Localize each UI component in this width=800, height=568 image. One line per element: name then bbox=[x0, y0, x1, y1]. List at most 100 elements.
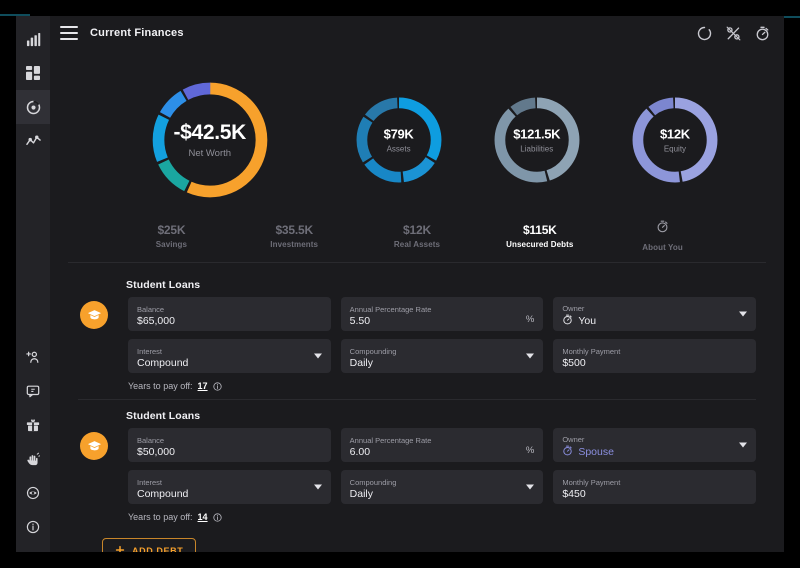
balance-value: $65,000 bbox=[137, 314, 175, 327]
interest-select[interactable]: Interest Compound bbox=[128, 470, 331, 504]
balance-label: Balance bbox=[137, 435, 165, 445]
years-to-payoff-value: 14 bbox=[197, 512, 208, 522]
feedback-message-icon bbox=[26, 384, 40, 398]
stat-savings[interactable]: $25K Savings bbox=[110, 223, 233, 249]
add-debt-button[interactable]: ADD DEBT bbox=[102, 538, 197, 552]
eye-preview-icon bbox=[26, 486, 40, 500]
monthly-payment-label: Monthly Payment bbox=[562, 346, 621, 356]
debt-field-row-1: Balance $50,000 Annual Percentage Rate 6… bbox=[128, 428, 757, 462]
owner-select[interactable]: Owner bbox=[553, 297, 757, 331]
apr-label: Annual Percentage Rate bbox=[349, 304, 432, 314]
apr-field[interactable]: Annual Percentage Rate 6.00 % bbox=[340, 428, 544, 462]
sidebar-item-wave[interactable] bbox=[16, 442, 50, 476]
years-to-payoff: Years to pay off: 17 bbox=[128, 381, 756, 391]
hamburger-icon[interactable] bbox=[60, 26, 78, 40]
graduation-cap-icon bbox=[80, 301, 108, 329]
apr-field[interactable]: Annual Percentage Rate 5.50 % bbox=[340, 297, 544, 331]
add-person-icon bbox=[26, 350, 40, 364]
app-window: Current Finances -$42.5K Net Worth $79K … bbox=[16, 16, 784, 552]
percent-slash-icon[interactable] bbox=[726, 26, 741, 41]
info-circle-icon[interactable] bbox=[212, 381, 222, 391]
monthly-payment-value: $450 bbox=[562, 487, 586, 500]
years-to-payoff: Years to pay off: 14 bbox=[128, 512, 756, 522]
donut-assets-chart bbox=[356, 97, 442, 183]
stat-unsecured-debts-label: Unsecured Debts bbox=[506, 240, 574, 249]
topbar-actions bbox=[697, 26, 770, 41]
apr-suffix: % bbox=[525, 445, 535, 456]
compounding-select[interactable]: Compounding Daily bbox=[340, 339, 544, 373]
apr-value: 5.50 bbox=[349, 314, 371, 327]
years-to-payoff-label: Years to pay off: bbox=[128, 381, 193, 391]
stat-investments[interactable]: $35.5K Investments bbox=[233, 223, 356, 249]
years-to-payoff-label: Years to pay off: bbox=[128, 512, 193, 522]
chevron-down-icon bbox=[739, 442, 748, 448]
topbar: Current Finances bbox=[50, 16, 784, 50]
sidebar-item-preview[interactable] bbox=[16, 476, 50, 510]
chevron-down-icon bbox=[526, 353, 535, 359]
stopwatch-icon[interactable] bbox=[755, 26, 770, 41]
sidebar bbox=[16, 16, 50, 552]
balance-label: Balance bbox=[137, 304, 165, 314]
owner-value-wrap: You bbox=[562, 314, 747, 329]
sidebar-item-info[interactable] bbox=[16, 510, 50, 544]
sidebar-item-finances[interactable] bbox=[16, 90, 50, 124]
balance-field[interactable]: Balance $50,000 bbox=[128, 428, 331, 462]
owner-avatar-icon bbox=[562, 445, 573, 460]
owner-select[interactable]: Owner bbox=[553, 428, 757, 462]
chevron-down-icon bbox=[313, 484, 322, 490]
debt-card-title: Student Loans bbox=[126, 279, 201, 291]
years-to-payoff-value: 17 bbox=[197, 381, 208, 391]
interest-label: Interest bbox=[137, 477, 163, 487]
compounding-label: Compounding bbox=[349, 346, 397, 356]
donut-equity-chart bbox=[632, 97, 718, 183]
donut-liabilities: $121.5K Liabilities bbox=[468, 91, 606, 189]
sidebar-item-feedback[interactable] bbox=[16, 374, 50, 408]
add-debt-label: ADD DEBT bbox=[132, 546, 184, 552]
info-circle-icon[interactable] bbox=[212, 512, 222, 522]
progress-ring-icon[interactable] bbox=[697, 26, 712, 41]
sidebar-item-trends[interactable] bbox=[16, 124, 50, 158]
compounding-value: Daily bbox=[349, 356, 374, 369]
balance-field[interactable]: Balance $65,000 bbox=[128, 297, 331, 331]
info-circle-icon bbox=[26, 520, 40, 534]
balance-value: $50,000 bbox=[137, 445, 175, 458]
apr-value: 6.00 bbox=[349, 445, 371, 458]
interest-select[interactable]: Interest Compound bbox=[128, 339, 331, 373]
chevron-down-icon bbox=[526, 484, 535, 490]
stat-about-you-label: About You bbox=[642, 243, 683, 252]
plus-icon bbox=[115, 545, 125, 552]
stat-real-assets[interactable]: $12K Real Assets bbox=[356, 223, 479, 249]
sidebar-item-dashboard[interactable] bbox=[16, 56, 50, 90]
main-region: Current Finances -$42.5K Net Worth $79K … bbox=[50, 16, 784, 552]
debt-card-title: Student Loans bbox=[126, 410, 201, 422]
sidebar-bottom-group bbox=[16, 340, 50, 552]
monthly-payment-label: Monthly Payment bbox=[562, 477, 621, 487]
stat-savings-value: $25K bbox=[157, 223, 186, 237]
donut-equity: $12K Equity bbox=[606, 91, 744, 189]
monthly-payment-field[interactable]: Monthly Payment $450 bbox=[553, 470, 757, 504]
sidebar-item-gift[interactable] bbox=[16, 408, 50, 442]
debt-card-body: Balance $65,000 Annual Percentage Rate 5… bbox=[78, 297, 757, 395]
donut-chart-icon bbox=[26, 100, 41, 115]
stat-unsecured-debts-value: $115K bbox=[522, 223, 557, 237]
bar-chart-icon bbox=[26, 32, 41, 47]
stat-about-you[interactable]: About You bbox=[601, 220, 724, 252]
donut-net-worth: -$42.5K Net Worth bbox=[90, 72, 330, 208]
compounding-select[interactable]: Compounding Daily bbox=[340, 470, 544, 504]
stat-unsecured-debts[interactable]: $115K Unsecured Debts bbox=[478, 223, 601, 249]
owner-label: Owner bbox=[562, 303, 585, 313]
monthly-payment-field[interactable]: Monthly Payment $500 bbox=[553, 339, 757, 373]
debt-cards: Student Loans Balance $65,000 Annual Per… bbox=[50, 263, 784, 552]
content-area: -$42.5K Net Worth $79K Assets $121.5K Li… bbox=[50, 50, 784, 552]
wave-hand-icon bbox=[26, 452, 40, 466]
donut-liabilities-chart bbox=[494, 97, 580, 183]
debt-card: Student Loans Balance bbox=[78, 399, 757, 530]
interest-value: Compound bbox=[137, 356, 189, 369]
chevron-down-icon bbox=[739, 311, 748, 317]
donut-summary-row: -$42.5K Net Worth $79K Assets $121.5K Li… bbox=[50, 50, 784, 212]
sidebar-item-bar-chart[interactable] bbox=[16, 22, 50, 56]
debt-card-body: Balance $50,000 Annual Percentage Rate 6… bbox=[78, 428, 757, 526]
owner-label: Owner bbox=[562, 434, 585, 444]
sidebar-item-add-person[interactable] bbox=[16, 340, 50, 374]
debt-card: Student Loans Balance bbox=[78, 269, 757, 399]
